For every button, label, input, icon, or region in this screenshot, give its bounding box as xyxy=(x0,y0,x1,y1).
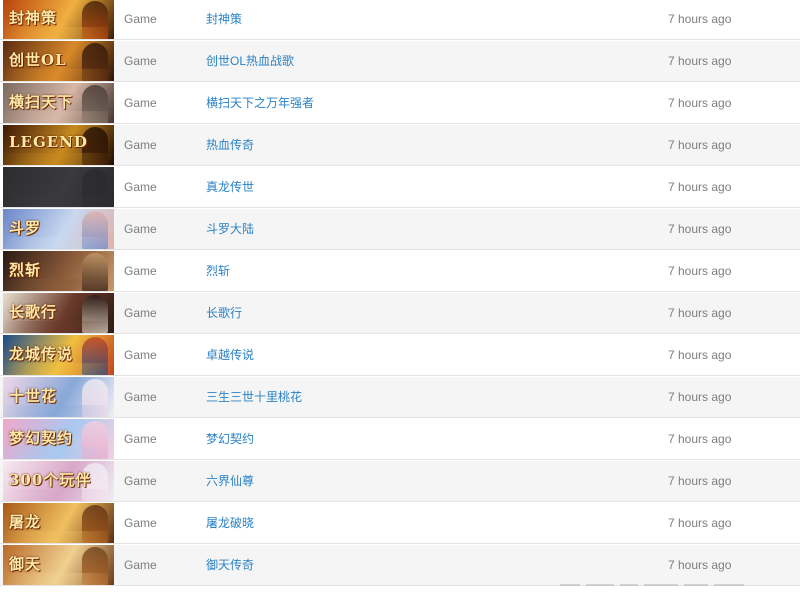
game-title-link[interactable]: 横扫天下之万年强者 xyxy=(206,83,314,123)
game-title-link[interactable]: 创世OL热血战歌 xyxy=(206,41,294,81)
thumbnail-logo-text: 封神策 xyxy=(9,9,58,27)
timestamp: 7 hours ago xyxy=(668,180,732,194)
game-title-link[interactable]: 御天传奇 xyxy=(206,545,254,585)
list-item[interactable]: 龙城传说 Game 卓越传说 7 hours ago xyxy=(0,335,800,376)
thumbnail-logo-text: LEGEND xyxy=(9,133,88,151)
list-item[interactable]: 斗罗 Game 斗罗大陆 7 hours ago xyxy=(0,209,800,250)
list-item[interactable]: 横扫天下 Game 横扫天下之万年强者 7 hours ago xyxy=(0,83,800,124)
timestamp: 7 hours ago xyxy=(668,348,732,362)
game-list: 封神策 Game 封神策 7 hours ago 创世OL Game 创世OL热血战歌 7 h… xyxy=(0,0,800,586)
game-title-link[interactable]: 屠龙破晓 xyxy=(206,503,254,543)
list-item[interactable]: 封神策 Game 封神策 7 hours ago xyxy=(0,0,800,40)
game-title-link[interactable]: 斗罗大陆 xyxy=(206,209,254,249)
thumbnail-flare xyxy=(3,237,114,249)
category-label: Game xyxy=(124,390,157,404)
thumbnail-flare xyxy=(3,27,114,39)
thumbnail-logo-text: 烈斩 xyxy=(9,261,42,279)
timestamp: 7 hours ago xyxy=(668,516,732,530)
thumbnail-logo-text: 斗罗 xyxy=(9,219,42,237)
game-title-link[interactable]: 卓越传说 xyxy=(206,335,254,375)
thumbnail-flare xyxy=(3,153,114,165)
category-label: Game xyxy=(124,516,157,530)
list-item[interactable]: 梦幻契约 Game 梦幻契约 7 hours ago xyxy=(0,419,800,460)
list-item[interactable]: Game 真龙传世 7 hours ago xyxy=(0,167,800,208)
game-title-link[interactable]: 真龙传世 xyxy=(206,167,254,207)
game-title-link[interactable]: 三生三世十里桃花 xyxy=(206,377,302,417)
game-thumbnail[interactable]: 梦幻契约 xyxy=(3,419,114,459)
list-item[interactable]: 创世OL Game 创世OL热血战歌 7 hours ago xyxy=(0,41,800,82)
game-thumbnail[interactable]: 长歌行 xyxy=(3,293,114,333)
category-label: Game xyxy=(124,222,157,236)
watermark xyxy=(560,576,770,586)
thumbnail-logo-text: 屠龙 xyxy=(9,513,42,531)
timestamp: 7 hours ago xyxy=(668,306,732,320)
thumbnail-flare xyxy=(3,405,114,417)
game-thumbnail[interactable]: 龙城传说 xyxy=(3,335,114,375)
game-thumbnail[interactable]: 封神策 xyxy=(3,0,114,39)
game-thumbnail[interactable]: 十世花 xyxy=(3,377,114,417)
game-title-link[interactable]: 梦幻契约 xyxy=(206,419,254,459)
thumbnail-flare xyxy=(3,69,114,81)
thumbnail-flare xyxy=(3,573,114,585)
timestamp: 7 hours ago xyxy=(668,474,732,488)
thumbnail-flare xyxy=(3,363,114,375)
list-item[interactable]: 十世花 Game 三生三世十里桃花 7 hours ago xyxy=(0,377,800,418)
thumbnail-logo-text: 御天 xyxy=(9,555,42,573)
list-item[interactable]: LEGEND Game 热血传奇 7 hours ago xyxy=(0,125,800,166)
game-title-link[interactable]: 长歌行 xyxy=(206,293,242,333)
timestamp: 7 hours ago xyxy=(668,12,732,26)
thumbnail-logo-text: 龙城传说 xyxy=(9,345,74,363)
game-thumbnail[interactable]: 横扫天下 xyxy=(3,83,114,123)
game-thumbnail[interactable]: 御天 xyxy=(3,545,114,585)
game-thumbnail[interactable] xyxy=(3,167,114,207)
category-label: Game xyxy=(124,96,157,110)
thumbnail-logo-text: 300个玩伴 xyxy=(9,471,92,489)
thumbnail-logo-text: 梦幻契约 xyxy=(9,429,74,447)
timestamp: 7 hours ago xyxy=(668,432,732,446)
game-thumbnail[interactable]: LEGEND xyxy=(3,125,114,165)
category-label: Game xyxy=(124,474,157,488)
category-label: Game xyxy=(124,54,157,68)
category-label: Game xyxy=(124,348,157,362)
list-item[interactable]: 屠龙 Game 屠龙破晓 7 hours ago xyxy=(0,503,800,544)
thumbnail-flare xyxy=(3,447,114,459)
thumbnail-flare xyxy=(3,195,114,207)
list-item[interactable]: 长歌行 Game 长歌行 7 hours ago xyxy=(0,293,800,334)
thumbnail-flare xyxy=(3,531,114,543)
list-item[interactable]: 烈斩 Game 烈斩 7 hours ago xyxy=(0,251,800,292)
thumbnail-logo-text: 十世花 xyxy=(9,387,58,405)
game-thumbnail[interactable]: 300个玩伴 xyxy=(3,461,114,501)
list-item[interactable]: 300个玩伴 Game 六界仙尊 7 hours ago xyxy=(0,461,800,502)
category-label: Game xyxy=(124,264,157,278)
game-title-link[interactable]: 六界仙尊 xyxy=(206,461,254,501)
timestamp: 7 hours ago xyxy=(668,96,732,110)
category-label: Game xyxy=(124,138,157,152)
thumbnail-logo-text: 长歌行 xyxy=(9,303,58,321)
game-title-link[interactable]: 热血传奇 xyxy=(206,125,254,165)
category-label: Game xyxy=(124,432,157,446)
game-thumbnail[interactable]: 屠龙 xyxy=(3,503,114,543)
category-label: Game xyxy=(124,12,157,26)
game-title-link[interactable]: 烈斩 xyxy=(206,251,230,291)
thumbnail-logo-text: 创世OL xyxy=(9,51,67,69)
timestamp: 7 hours ago xyxy=(668,390,732,404)
game-thumbnail[interactable]: 斗罗 xyxy=(3,209,114,249)
category-label: Game xyxy=(124,306,157,320)
thumbnail-flare xyxy=(3,321,114,333)
timestamp: 7 hours ago xyxy=(668,222,732,236)
category-label: Game xyxy=(124,180,157,194)
game-thumbnail[interactable]: 烈斩 xyxy=(3,251,114,291)
thumbnail-flare xyxy=(3,111,114,123)
thumbnail-logo-text: 横扫天下 xyxy=(9,93,74,111)
thumbnail-flare xyxy=(3,489,114,501)
timestamp: 7 hours ago xyxy=(668,264,732,278)
game-thumbnail[interactable]: 创世OL xyxy=(3,41,114,81)
thumbnail-flare xyxy=(3,279,114,291)
timestamp: 7 hours ago xyxy=(668,138,732,152)
category-label: Game xyxy=(124,558,157,572)
timestamp: 7 hours ago xyxy=(668,54,732,68)
game-title-link[interactable]: 封神策 xyxy=(206,0,242,39)
